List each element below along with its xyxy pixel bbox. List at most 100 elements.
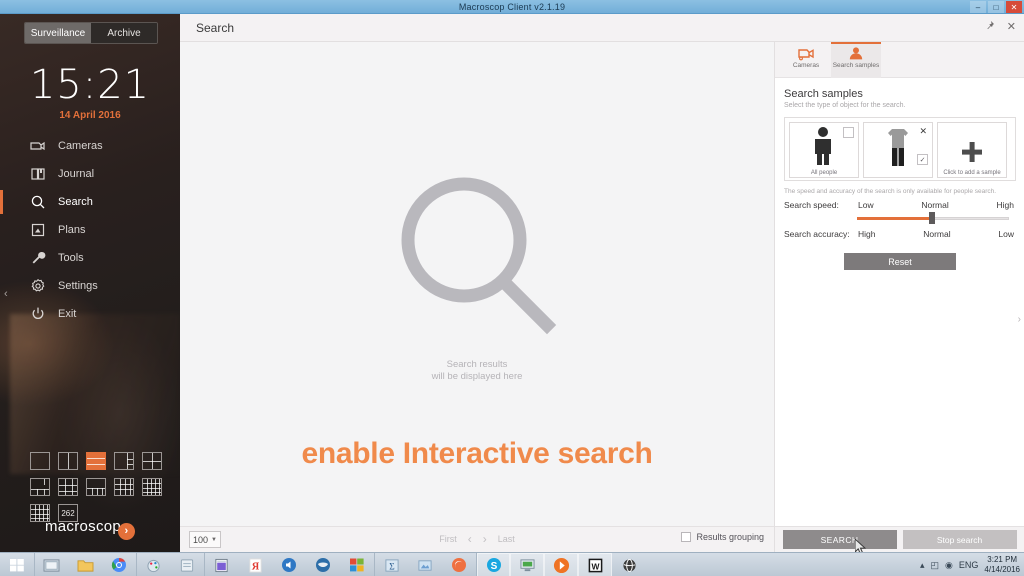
close-icon[interactable]: ✕ xyxy=(1007,20,1016,34)
taskbar-time: 3:21 PM xyxy=(987,555,1018,564)
results-grouping-checkbox[interactable]: Results grouping xyxy=(681,532,764,542)
search-button[interactable]: SEARCH xyxy=(782,530,897,555)
tab-cameras[interactable]: Cameras xyxy=(781,42,831,78)
taskbar-icon-globe[interactable] xyxy=(612,553,646,576)
sample-add-button[interactable]: Click to add a sample xyxy=(937,122,1007,178)
sample-remove-icon[interactable]: ✕ xyxy=(919,126,927,137)
sidebar-item-exit[interactable]: Exit xyxy=(0,300,180,328)
sidebar-item-cameras[interactable]: Cameras xyxy=(0,132,180,160)
speed-accuracy-slider[interactable] xyxy=(857,212,1016,224)
search-speed-row: Search speed: Low Normal High xyxy=(784,200,1016,210)
taskbar-icon-thunderbird[interactable] xyxy=(306,553,340,576)
clothing-sample-icon xyxy=(888,129,908,166)
sidebar-item-settings[interactable]: Settings xyxy=(0,272,180,300)
taskbar-icon-media[interactable] xyxy=(408,553,442,576)
layout-button-8[interactable] xyxy=(86,478,106,496)
taskbar-icon-volume-app[interactable] xyxy=(272,553,306,576)
taskbar-icon-notes[interactable] xyxy=(170,553,204,576)
start-button-icon[interactable] xyxy=(0,553,34,576)
close-button[interactable]: ✕ xyxy=(1006,1,1022,13)
layout-button-9[interactable] xyxy=(114,478,134,496)
tab-archive[interactable]: Archive xyxy=(91,23,157,43)
layout-button-5[interactable] xyxy=(142,452,162,470)
sample-caption: Click to add a sample xyxy=(943,170,1001,176)
header-buttons: ✕ xyxy=(984,20,1016,34)
volume-icon[interactable]: ◉ xyxy=(945,560,953,571)
sample-checkbox-checked[interactable]: ✓ xyxy=(917,154,928,165)
taskbar-icon-folder[interactable] xyxy=(68,553,102,576)
sidebar-item-tools[interactable]: Tools xyxy=(0,244,180,272)
sidebar-item-search[interactable]: Search xyxy=(0,188,180,216)
reset-button[interactable]: Reset xyxy=(844,253,956,270)
clock-time: 15:21 xyxy=(29,62,151,108)
tab-label: Search samples xyxy=(832,62,880,69)
layout-button-4[interactable] xyxy=(114,452,134,470)
annotation-text: enable Interactive search xyxy=(301,437,653,470)
sidebar-item-plans[interactable]: Plans xyxy=(0,216,180,244)
maximize-button[interactable]: □ xyxy=(988,1,1004,13)
show-hidden-icons-icon[interactable]: ▴ xyxy=(920,560,925,571)
system-tray: ▴ ◰ ◉ ENG 3:21 PM 4/14/2016 xyxy=(920,553,1020,576)
taskbar-clock[interactable]: 3:21 PM 4/14/2016 xyxy=(984,555,1020,575)
minimize-button[interactable]: – xyxy=(970,1,986,13)
layout-button-2[interactable] xyxy=(58,452,78,470)
taskbar-icon-firefox[interactable] xyxy=(442,553,476,576)
sidebar-item-label: Cameras xyxy=(58,140,103,152)
taskbar-date: 4/14/2016 xyxy=(984,565,1020,574)
tab-search-samples[interactable]: Search samples xyxy=(831,42,881,78)
taskbar-icon-remote-desktop[interactable] xyxy=(510,553,544,576)
layout-button-6[interactable] xyxy=(30,478,50,496)
chevron-right-icon[interactable]: › xyxy=(483,532,487,546)
language-indicator[interactable]: ENG xyxy=(959,560,979,570)
right-panel-expand-arrow[interactable]: › xyxy=(1018,314,1021,325)
plan-icon xyxy=(28,220,48,240)
plus-icon xyxy=(962,141,982,162)
speed-accuracy-note: The speed and accuracy of the search is … xyxy=(784,188,997,195)
stop-search-button[interactable]: Stop search xyxy=(902,530,1017,549)
power-icon xyxy=(28,304,48,324)
sample-all-people[interactable]: All people xyxy=(789,122,859,178)
tab-label: Cameras xyxy=(792,62,820,69)
sample-checkbox-unchecked[interactable] xyxy=(843,127,854,138)
taskbar-icon-explorer[interactable] xyxy=(34,553,68,576)
chevron-left-icon[interactable]: ‹ xyxy=(468,532,472,546)
sample-caption: All people xyxy=(810,170,838,176)
network-icon[interactable]: ◰ xyxy=(931,560,940,571)
brand-logo: macroscop › xyxy=(0,518,180,540)
empty-state-line-2: will be displayed here xyxy=(431,371,523,382)
pager-first-link[interactable]: First xyxy=(439,534,457,544)
windows-taskbar: Я Σ S W ▴ ◰ ◉ ENG 3:21 PM 4/14/2016 xyxy=(0,552,1024,576)
layout-button-1[interactable] xyxy=(30,452,50,470)
search-speed-ticks: Low Normal High xyxy=(856,200,1016,210)
pin-icon[interactable] xyxy=(984,20,995,34)
taskbar-icon-microsoft[interactable] xyxy=(340,553,374,576)
taskbar-icon-paint[interactable] xyxy=(136,553,170,576)
sidebar-collapse-arrow[interactable]: ‹ xyxy=(4,288,8,300)
taskbar-icon-skype[interactable]: S xyxy=(476,553,510,576)
slider-knob[interactable] xyxy=(928,212,935,224)
slider-fill xyxy=(857,217,932,220)
pager-last-link[interactable]: Last xyxy=(498,534,515,544)
taskbar-icon-word[interactable]: W xyxy=(578,553,612,576)
tab-surveillance[interactable]: Surveillance xyxy=(25,23,91,43)
taskbar-icon-sigma[interactable]: Σ xyxy=(374,553,408,576)
window-titlebar: Macroscop Client v2.1.19 – □ ✕ xyxy=(0,0,1024,14)
checkbox-icon[interactable] xyxy=(681,532,692,542)
taskbar-icon-chrome[interactable] xyxy=(102,553,136,576)
right-panel-tabs: Cameras Search samples xyxy=(775,42,1024,78)
layout-button-3[interactable] xyxy=(86,452,106,470)
taskbar-icon-calculator[interactable] xyxy=(204,553,238,576)
sidebar-background-overlay xyxy=(10,314,180,474)
layout-button-10[interactable] xyxy=(142,478,162,496)
sample-clothing[interactable]: ✕ ✓ xyxy=(863,122,933,178)
svg-text:S: S xyxy=(490,561,497,572)
sidebar-item-label: Exit xyxy=(58,308,77,320)
sidebar-item-journal[interactable]: Journal xyxy=(0,160,180,188)
taskbar-icon-yandex[interactable]: Я xyxy=(238,553,272,576)
layout-button-7[interactable] xyxy=(58,478,78,496)
brand-text: macroscop xyxy=(44,518,122,535)
search-accuracy-row: Search accuracy: High Normal Low xyxy=(784,229,1016,239)
taskbar-icon-macroscop[interactable] xyxy=(544,553,578,576)
empty-state: Search results will be displayed here xyxy=(180,172,774,383)
results-toolbar: 100 ▼ First ‹ › Last Results grouping xyxy=(180,526,774,552)
